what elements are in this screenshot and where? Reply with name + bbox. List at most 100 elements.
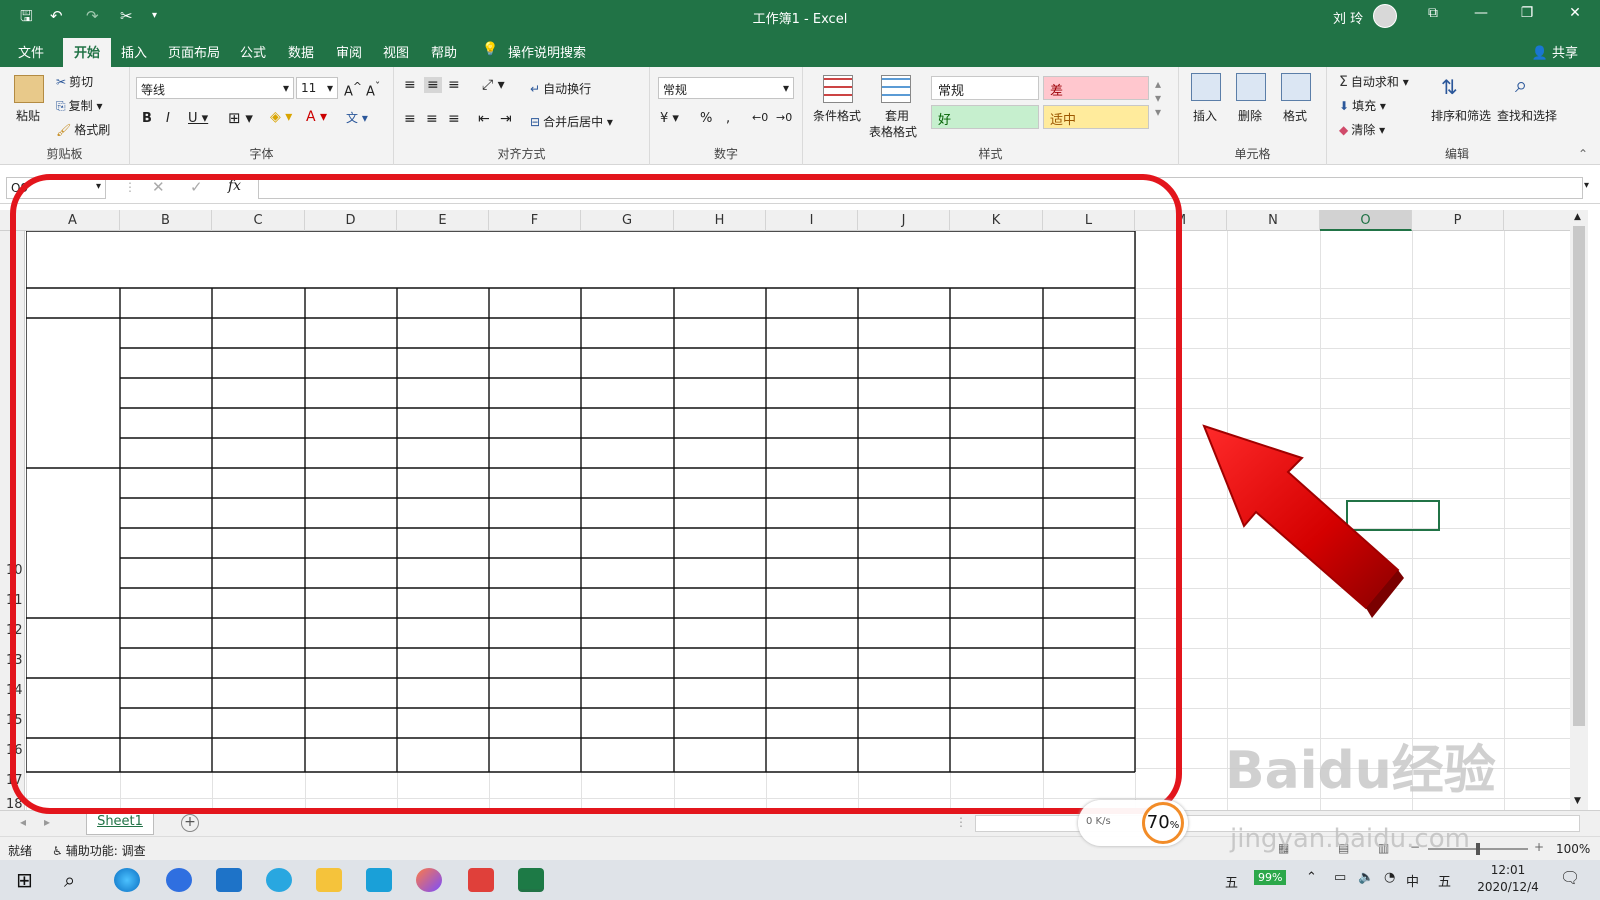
clear-button[interactable]: ◆ 清除 ▾ [1339, 121, 1385, 138]
paste-icon[interactable] [14, 75, 44, 103]
tab-data[interactable]: 数据 [288, 42, 314, 61]
fill-button[interactable]: ⬇ 填充 ▾ [1339, 97, 1386, 114]
conditional-format-icon[interactable] [823, 75, 853, 103]
app-l-icon[interactable] [166, 868, 192, 892]
insert-cells-icon[interactable] [1191, 73, 1221, 101]
cut-button[interactable]: ✂ 剪切 [56, 73, 93, 90]
notification-icon[interactable]: 🗨 [1560, 868, 1580, 887]
ime-indicator[interactable]: 五 [1225, 872, 1238, 891]
split-handle-icon[interactable]: ⋮ [955, 815, 967, 829]
scroll-thumb[interactable] [1573, 226, 1585, 726]
align-top-icon[interactable]: ≡ [404, 77, 416, 93]
file-explorer-icon[interactable] [316, 868, 342, 892]
battery-icon[interactable]: ▭ [1334, 870, 1346, 885]
scroll-down-icon[interactable]: ▼ [1574, 796, 1581, 806]
format-cells-button[interactable]: 格式 [1283, 107, 1307, 124]
increase-decimal-icon[interactable]: ←0 [752, 111, 768, 124]
minimize-icon[interactable]: — [1466, 5, 1496, 21]
align-left-icon[interactable]: ≡ [404, 111, 416, 127]
delete-cells-button[interactable]: 删除 [1238, 107, 1262, 124]
comma-button[interactable]: , [726, 111, 730, 126]
paste-button[interactable]: 粘贴 [16, 107, 40, 124]
tab-review[interactable]: 审阅 [336, 42, 362, 61]
table-format-line2[interactable]: 表格格式 [869, 123, 917, 140]
zoom-slider-thumb[interactable] [1476, 843, 1480, 855]
number-format-select[interactable]: 常规 ▾ [658, 77, 794, 99]
percent-button[interactable]: % [700, 111, 712, 126]
ie-icon[interactable] [266, 868, 292, 892]
font-size-select[interactable]: 11 ▾ [296, 77, 338, 99]
tab-help[interactable]: 帮助 [431, 42, 457, 61]
format-painter-button[interactable]: 🖌 格式刷 [56, 121, 110, 138]
find-icon[interactable]: ⌕ [1515, 73, 1527, 98]
style-neutral[interactable]: 适中 [1043, 105, 1149, 129]
tab-page-layout[interactable]: 页面布局 [168, 42, 220, 61]
font-color-icon[interactable]: A ▾ [306, 109, 327, 125]
tab-insert[interactable]: 插入 [121, 42, 147, 61]
underline-icon[interactable]: U ▾ [188, 111, 208, 126]
bold-icon[interactable]: B [142, 111, 152, 126]
decrease-font-icon[interactable]: Aˇ [366, 80, 380, 99]
clock-date[interactable]: 2020/12/4 [1470, 880, 1546, 894]
currency-icon[interactable]: ¥ ▾ [660, 111, 679, 126]
restore-icon[interactable]: ❐ [1512, 5, 1542, 21]
tab-home[interactable]: 开始 [63, 38, 112, 69]
style-bad[interactable]: 差 [1043, 76, 1149, 100]
italic-icon[interactable]: I [166, 111, 170, 126]
table-format-line1[interactable]: 套用 [885, 107, 909, 124]
increase-font-icon[interactable]: A^ [344, 80, 362, 99]
next-sheet-icon[interactable]: ▸ [44, 815, 50, 829]
conditional-format-button[interactable]: 条件格式 [813, 107, 861, 124]
style-good[interactable]: 好 [931, 105, 1039, 129]
tab-file[interactable]: 文件 [18, 42, 44, 61]
language-indicator[interactable]: 中 [1406, 871, 1419, 890]
insert-cells-button[interactable]: 插入 [1193, 107, 1217, 124]
collapse-ribbon-icon[interactable]: ⌃ [1578, 147, 1588, 161]
scroll-up-icon[interactable]: ▲ [1574, 212, 1581, 222]
delete-cells-icon[interactable] [1236, 73, 1266, 101]
ribbon-display-icon[interactable]: ⧉ [1418, 5, 1448, 21]
border-icon[interactable]: ⊞ ▾ [228, 109, 253, 127]
ime2-indicator[interactable]: 五 [1438, 871, 1451, 890]
add-sheet-button[interactable]: + [181, 814, 199, 832]
copy-button[interactable]: ⎘ 复制 ▾ [56, 97, 102, 114]
store-icon[interactable] [366, 868, 392, 892]
share-button[interactable]: 👤 共享 [1532, 42, 1578, 61]
avatar[interactable] [1373, 4, 1397, 28]
sort-filter-icon[interactable]: ⇅ [1441, 75, 1458, 99]
edge-icon[interactable] [114, 868, 140, 892]
user-name[interactable]: 刘 玲 [1333, 8, 1363, 27]
wrap-text-button[interactable]: ↵ 自动换行 [530, 80, 591, 97]
search-icon[interactable]: ⌕ [64, 868, 75, 892]
vertical-scrollbar[interactable]: ▲ ▼ [1570, 210, 1588, 810]
windows-start-icon[interactable]: ⊞ [16, 868, 33, 892]
fill-color-icon[interactable]: ◈ ▾ [270, 109, 292, 125]
column-header-o[interactable]: O [1320, 210, 1412, 231]
font-name-select[interactable]: 等线 ▾ [136, 77, 294, 99]
expand-formula-icon[interactable]: ▾ [1584, 180, 1589, 191]
network-icon[interactable]: ◔ [1384, 870, 1395, 885]
sheet-tab-sheet1[interactable]: Sheet1 [86, 811, 154, 835]
lightbulb-icon[interactable]: 💡 [482, 42, 498, 57]
increase-indent-icon[interactable]: ⇥ [500, 111, 512, 127]
align-center-icon[interactable]: ≡ [426, 111, 438, 127]
align-right-icon[interactable]: ≡ [448, 111, 460, 127]
speed-widget[interactable]: 0 K/s 70% [1078, 800, 1188, 846]
excel-taskbar-icon[interactable] [518, 868, 544, 892]
tab-formulas[interactable]: 公式 [240, 42, 266, 61]
phonetic-icon[interactable]: 文 ▾ [346, 109, 368, 126]
find-select-button[interactable]: 查找和选择 [1497, 107, 1557, 124]
mail-icon[interactable] [216, 868, 242, 892]
column-header-n[interactable]: N [1227, 210, 1320, 231]
recorder-icon[interactable] [468, 868, 494, 892]
accessibility-button[interactable]: ♿ 辅助功能: 调查 [52, 842, 146, 859]
style-normal[interactable]: 常规 [931, 76, 1039, 100]
zoom-level[interactable]: 100% [1556, 842, 1590, 856]
decrease-decimal-icon[interactable]: →0 [776, 111, 792, 124]
align-bottom-icon[interactable]: ≡ [448, 77, 460, 93]
autosum-button[interactable]: Σ 自动求和 ▾ [1339, 73, 1409, 90]
volume-icon[interactable]: 🔈 [1358, 870, 1374, 885]
tray-expand-icon[interactable]: ⌃ [1306, 870, 1317, 885]
tell-me-search[interactable]: 操作说明搜索 [508, 42, 586, 61]
merge-center-button[interactable]: ⊟ 合并后居中 ▾ [530, 113, 613, 130]
